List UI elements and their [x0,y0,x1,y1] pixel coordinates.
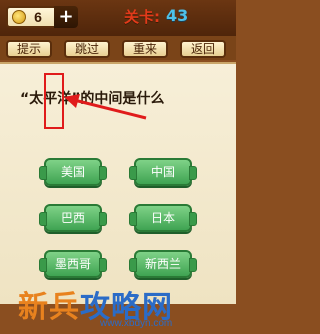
coin-count: 6 [34,9,42,25]
answer-option[interactable]: 美国 [39,158,107,186]
pointer-arrow-icon [64,94,147,120]
coin-icon [12,10,26,24]
skip-button[interactable]: 跳过 [64,40,110,58]
add-coins-button[interactable]: + [54,6,78,28]
answer-option[interactable]: 日本 [129,204,197,232]
watermark-url: www.xbdyn.com [100,318,173,329]
watermark-part-1: 新 [18,290,49,325]
level-number: 43 [166,6,189,25]
answer-option[interactable]: 巴西 [39,204,107,232]
back-button[interactable]: 返回 [180,40,226,58]
watermark-part-2: 兵 [49,290,80,325]
level-label: 关卡: [124,8,160,26]
answer-option[interactable]: 墨西哥 [39,250,107,278]
hint-button[interactable]: 提示 [6,40,52,58]
restart-button[interactable]: 重来 [122,40,168,58]
answer-option[interactable]: 中国 [129,158,197,186]
coin-counter: 6 + [6,6,78,28]
answer-option[interactable]: 新西兰 [129,250,197,278]
